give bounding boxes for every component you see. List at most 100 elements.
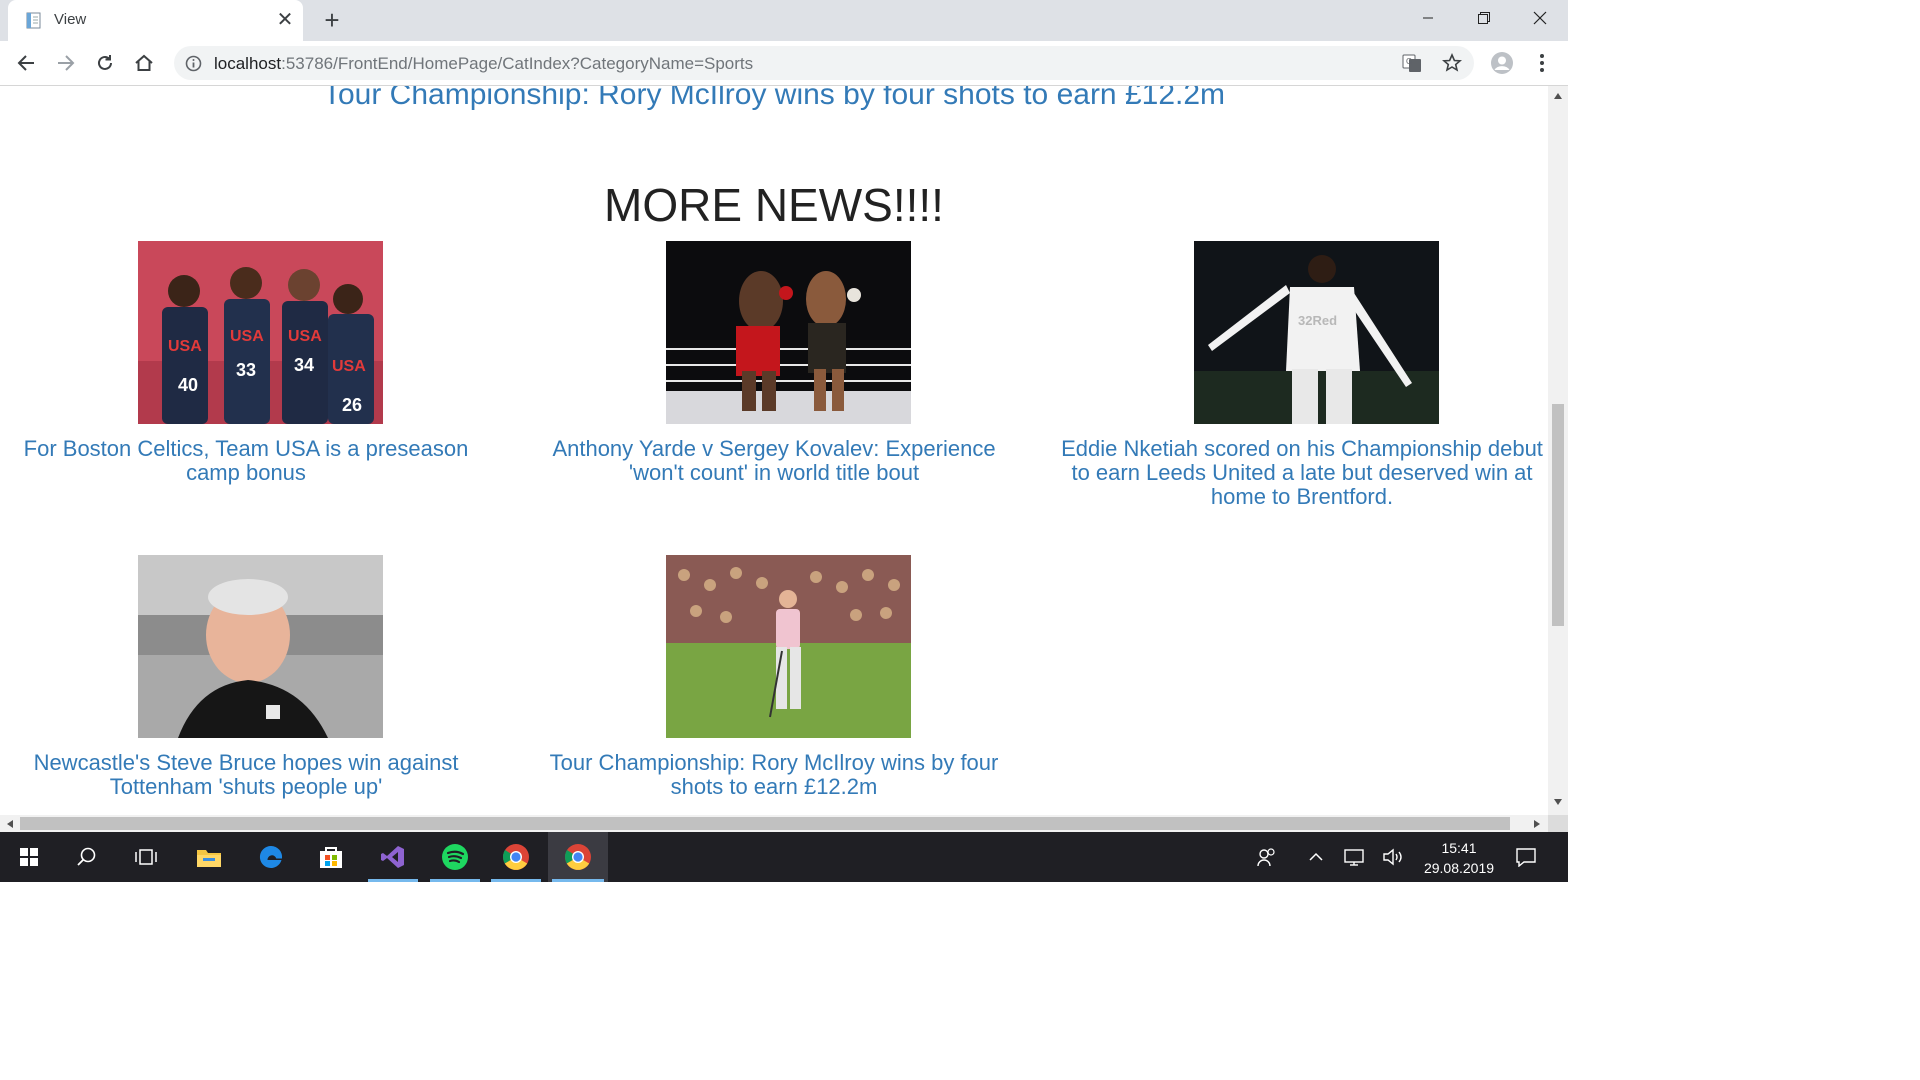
article-title-link[interactable]: Eddie Nketiah scored on his Championship…	[1052, 437, 1548, 509]
clock-time: 15:41	[1441, 840, 1477, 856]
page-favicon-icon	[26, 12, 41, 29]
article-title-link[interactable]: Anthony Yarde v Sergey Kovalev: Experien…	[524, 437, 1024, 485]
new-tab-icon[interactable]: +	[318, 6, 346, 34]
horizontal-scrollbar[interactable]	[0, 815, 1548, 832]
running-indicator	[368, 879, 418, 882]
back-icon[interactable]	[12, 49, 40, 77]
article-title-line: Newcastle's Steve Bruce hopes win agains…	[33, 750, 459, 775]
top-headline-link[interactable]: Tour Championship: Rory McIlroy wins by …	[0, 86, 1548, 112]
running-indicator	[430, 879, 480, 882]
svg-text:40: 40	[178, 375, 198, 395]
restore-icon[interactable]	[1456, 0, 1512, 36]
article-title-line: Tour Championship: Rory McIlroy wins by …	[549, 750, 999, 775]
bookmark-star-icon[interactable]	[1441, 52, 1463, 74]
news-card: Anthony Yarde v Sergey Kovalev: Experien…	[524, 241, 1024, 521]
url-host: localhost	[214, 54, 282, 73]
page-viewport: Tour Championship: Rory McIlroy wins by …	[0, 86, 1548, 815]
article-title-link[interactable]: Tour Championship: Rory McIlroy wins by …	[524, 751, 1024, 799]
article-image[interactable]	[138, 555, 383, 738]
people-icon[interactable]	[1255, 845, 1279, 869]
scroll-down-arrow-icon[interactable]	[1553, 798, 1563, 806]
scroll-left-arrow-icon[interactable]	[6, 819, 14, 829]
spotify-icon[interactable]	[426, 832, 484, 882]
article-image[interactable]: 32Red	[1194, 241, 1439, 424]
article-title-line: Anthony Yarde v Sergey Kovalev: Experien…	[552, 436, 996, 461]
article-title-line: Eddie Nketiah scored on his Championship…	[1061, 436, 1543, 461]
volume-icon[interactable]	[1381, 845, 1405, 869]
article-title-line: camp bonus	[186, 460, 306, 485]
browser-titlebar: View ✕ +	[0, 0, 1568, 41]
running-indicator	[491, 879, 541, 882]
browser-tab[interactable]: View ✕	[8, 0, 303, 41]
football-manager-image	[138, 555, 383, 738]
svg-text:G: G	[1406, 57, 1412, 66]
action-center-icon[interactable]	[1514, 845, 1538, 869]
news-card: 32Red Eddie Nketiah scored on his Champi…	[1052, 241, 1548, 521]
golfer-image	[666, 555, 911, 738]
svg-text:USA: USA	[288, 328, 322, 345]
svg-text:33: 33	[236, 360, 256, 380]
start-windows-icon[interactable]	[0, 832, 58, 882]
svg-text:USA: USA	[230, 328, 264, 345]
article-title-line: Tottenham 'shuts people up'	[109, 774, 383, 799]
more-news-heading: MORE NEWS!!!!	[604, 179, 944, 231]
forward-icon[interactable]	[52, 49, 80, 77]
minimize-icon[interactable]	[1400, 0, 1456, 36]
scroll-up-arrow-icon[interactable]	[1553, 92, 1563, 100]
article-image[interactable]	[666, 241, 911, 424]
scroll-right-arrow-icon[interactable]	[1533, 819, 1541, 829]
running-indicator	[552, 879, 604, 882]
news-card: Newcastle's Steve Bruce hopes win agains…	[0, 555, 496, 805]
home-icon[interactable]	[130, 49, 158, 77]
vertical-scrollbar[interactable]	[1548, 86, 1568, 815]
address-bar[interactable]: localhost:53786/FrontEnd/HomePage/CatInd…	[174, 46, 1474, 80]
menu-kebab-icon[interactable]	[1528, 49, 1556, 77]
system-clock[interactable]: 15:41 29.08.2019	[1412, 838, 1506, 878]
article-title-link[interactable]: For Boston Celtics, Team USA is a presea…	[0, 437, 496, 485]
article-title-line: shots to earn £12.2m	[670, 774, 878, 799]
article-image[interactable]: USA USA USA USA 40 33 34 26	[138, 241, 383, 424]
edge-browser-icon[interactable]	[242, 832, 300, 882]
url-path: :53786/FrontEnd/HomePage/CatIndex?Catego…	[281, 54, 754, 73]
clock-date: 29.08.2019	[1423, 860, 1495, 876]
chrome-active-icon[interactable]	[548, 832, 608, 882]
svg-text:USA: USA	[332, 358, 366, 375]
article-title-line: to earn Leeds United a late but deserved…	[1071, 460, 1533, 485]
footballer-celebrating-image: 32Red	[1194, 241, 1439, 424]
svg-text:26: 26	[342, 395, 362, 415]
article-title-link[interactable]: Newcastle's Steve Bruce hopes win agains…	[0, 751, 496, 799]
windows-taskbar: 15:41 29.08.2019	[0, 832, 1568, 882]
show-hidden-icons-chevron-icon[interactable]	[1304, 845, 1328, 869]
close-tab-icon[interactable]: ✕	[274, 9, 296, 31]
news-card: Tour Championship: Rory McIlroy wins by …	[524, 555, 1024, 805]
task-view-icon[interactable]	[117, 832, 175, 882]
article-image[interactable]	[666, 555, 911, 738]
search-icon[interactable]	[58, 832, 116, 882]
network-icon[interactable]	[1343, 845, 1367, 869]
horizontal-scroll-thumb[interactable]	[20, 817, 1510, 830]
translate-icon[interactable]: G	[1401, 52, 1423, 74]
reload-icon[interactable]	[91, 49, 119, 77]
boxing-match-image	[666, 241, 911, 424]
tab-title: View	[54, 11, 87, 28]
chrome-icon[interactable]	[487, 832, 545, 882]
vertical-scroll-thumb[interactable]	[1552, 404, 1564, 626]
close-window-icon[interactable]	[1512, 0, 1568, 36]
svg-text:USA: USA	[168, 338, 202, 355]
file-explorer-icon[interactable]	[180, 832, 238, 882]
browser-toolbar: localhost:53786/FrontEnd/HomePage/CatInd…	[0, 41, 1568, 86]
article-title-line: 'won't count' in world title bout	[628, 460, 920, 485]
scrollbar-corner	[1548, 815, 1568, 832]
url-text[interactable]: localhost:53786/FrontEnd/HomePage/CatInd…	[214, 54, 753, 74]
article-title-line: home to Brentford.	[1210, 484, 1394, 509]
basketball-players-image: USA USA USA USA 40 33 34 26	[138, 241, 383, 424]
screen: View ✕ + localhost:53786/FrontEnd/HomePa…	[0, 0, 1568, 882]
site-info-icon[interactable]	[185, 55, 202, 72]
svg-text:34: 34	[294, 355, 314, 375]
svg-text:32Red: 32Red	[1298, 313, 1337, 328]
profile-avatar-icon[interactable]	[1488, 49, 1516, 77]
microsoft-store-icon[interactable]	[302, 832, 360, 882]
visual-studio-icon[interactable]	[364, 832, 422, 882]
article-title-line: For Boston Celtics, Team USA is a presea…	[23, 436, 469, 461]
news-card: USA USA USA USA 40 33 34 26 For Boston Celtics…	[0, 241, 496, 521]
